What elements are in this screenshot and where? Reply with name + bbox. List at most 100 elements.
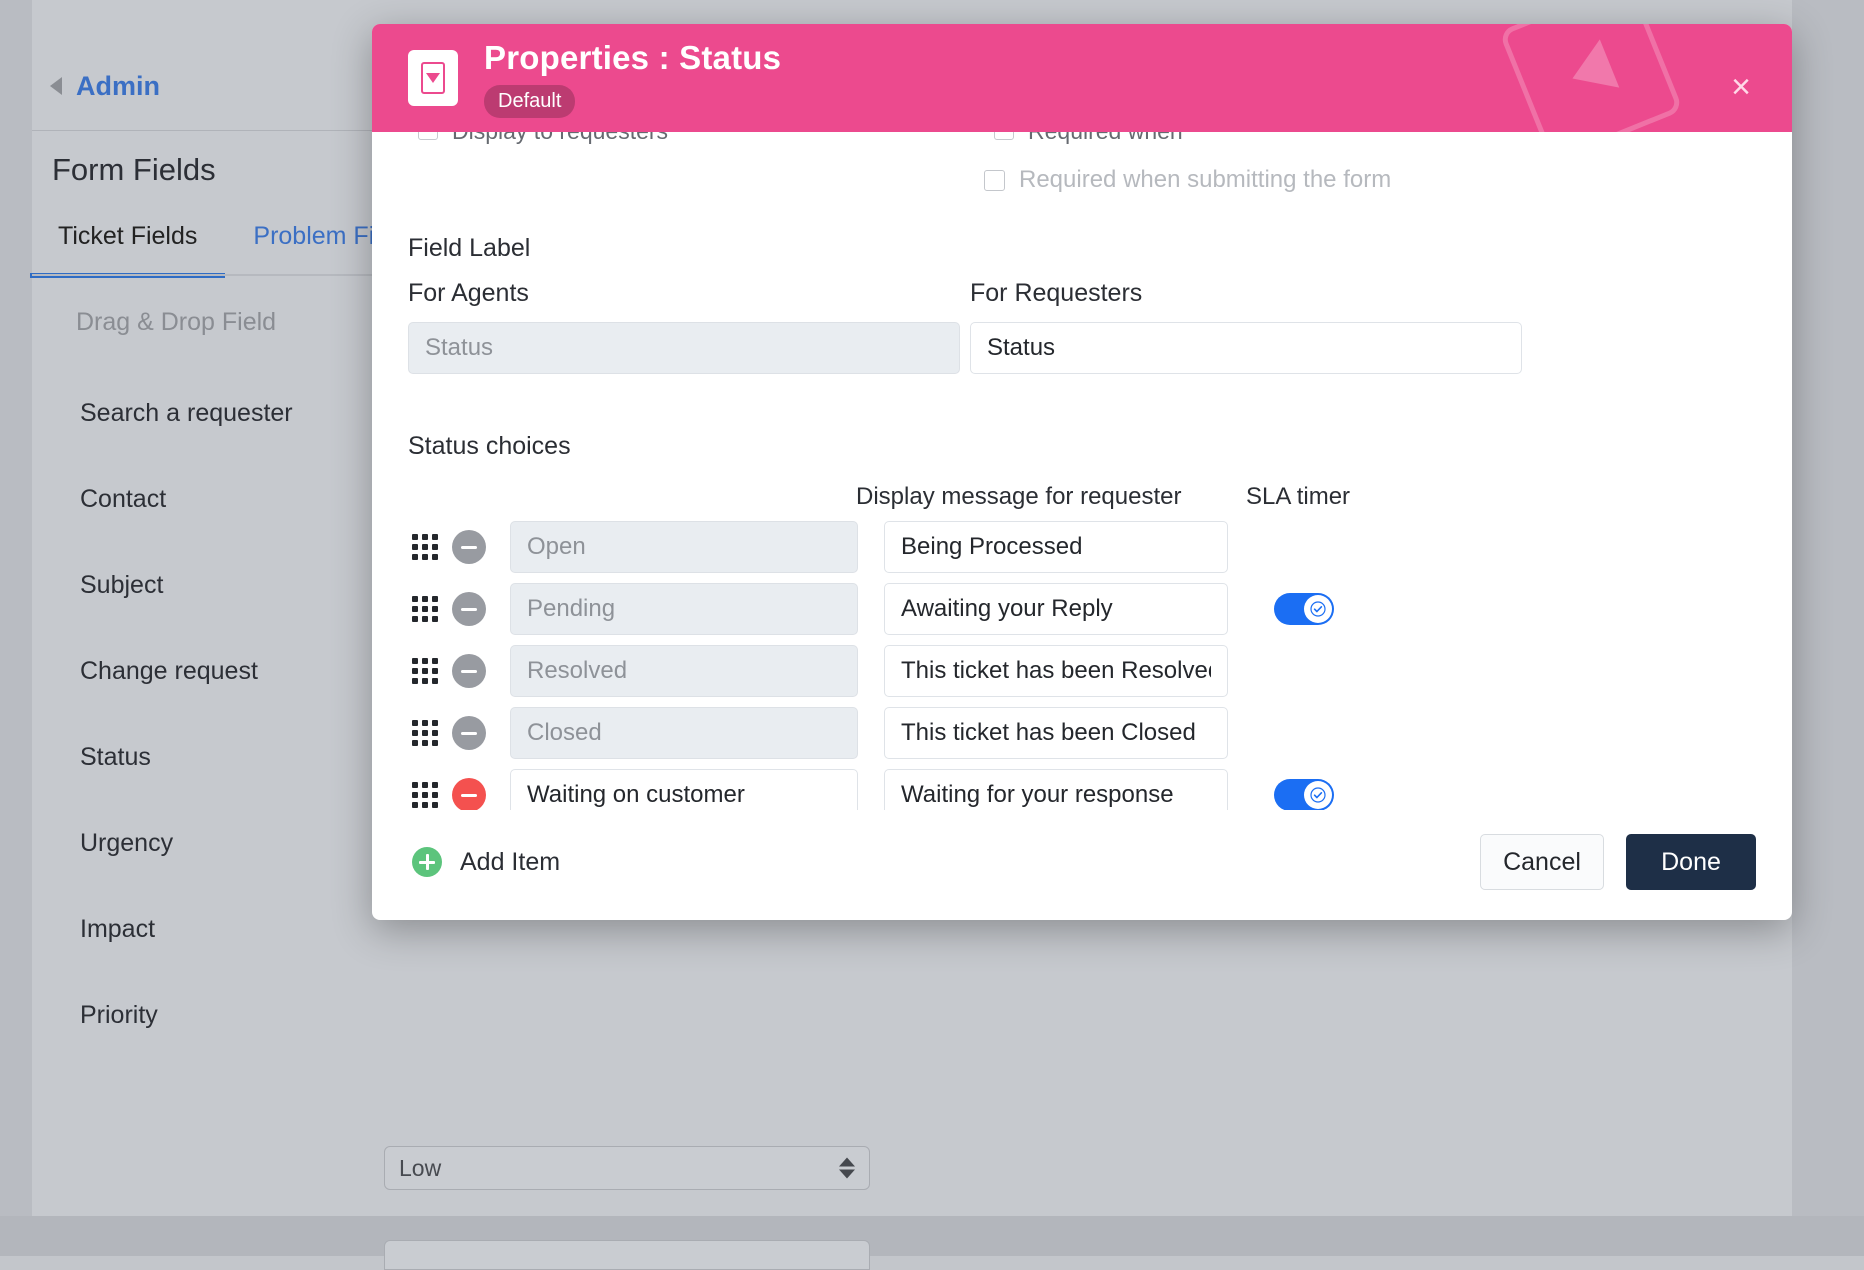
- choice-name-input[interactable]: [510, 769, 858, 810]
- sla-toggle[interactable]: [1274, 779, 1334, 810]
- choice-message-input[interactable]: [884, 645, 1228, 697]
- field-label-columns: For Agents For Requesters: [408, 279, 1756, 374]
- done-button[interactable]: Done: [1626, 834, 1756, 890]
- table-row: [408, 645, 1756, 697]
- choice-name-input[interactable]: [510, 521, 858, 573]
- clipped-checkbox-row: Display to requesters Required when: [408, 132, 1756, 146]
- choice-message-input[interactable]: [884, 583, 1228, 635]
- list-item[interactable]: Search a requester: [80, 370, 380, 456]
- choice-message-input[interactable]: [884, 707, 1228, 759]
- list-item[interactable]: Change request: [80, 628, 380, 714]
- back-caret-icon: [50, 77, 62, 95]
- modal-header-texts: Properties : Status Default: [484, 39, 781, 118]
- required-checkbox-label: Required when submitting the form: [1019, 166, 1391, 194]
- drag-handle-icon[interactable]: [412, 782, 438, 808]
- sla-toggle-cell: [1274, 531, 1338, 563]
- drag-handle-icon[interactable]: [412, 596, 438, 622]
- default-badge: Default: [484, 85, 575, 118]
- toggle-knob: [1304, 595, 1332, 623]
- remove-choice-button[interactable]: [452, 592, 486, 626]
- choice-message-input[interactable]: [884, 521, 1228, 573]
- remove-choice-button[interactable]: [452, 530, 486, 564]
- for-requesters-column: For Requesters: [970, 279, 1522, 374]
- toggle-knob: [1304, 781, 1332, 809]
- tab-ticket-fields[interactable]: Ticket Fields: [30, 222, 225, 278]
- drag-handle-icon[interactable]: [412, 534, 438, 560]
- right-edge-strip: [1792, 0, 1864, 1256]
- cancel-button[interactable]: Cancel: [1480, 834, 1604, 890]
- clipped-label-left: Display to requesters: [452, 132, 668, 145]
- modal-footer: Add Item Cancel Done: [372, 810, 1792, 920]
- modal-header: Properties : Status Default ×: [372, 24, 1792, 132]
- tab-bar: Ticket Fields Problem Fi: [30, 222, 402, 278]
- status-choices-title: Status choices: [408, 432, 1756, 461]
- remove-choice-button[interactable]: [452, 654, 486, 688]
- sla-toggle[interactable]: [1274, 593, 1334, 625]
- plus-icon: [412, 847, 442, 877]
- table-row: [408, 521, 1756, 573]
- field-watermark-icon: [1499, 24, 1684, 132]
- for-agents-column: For Agents: [408, 279, 960, 374]
- list-item[interactable]: Status: [80, 714, 380, 800]
- field-label-section-title: Field Label: [408, 234, 1756, 263]
- for-requesters-input[interactable]: [970, 322, 1522, 374]
- choice-message-cell: [884, 521, 1228, 573]
- page-title: Form Fields: [52, 152, 216, 188]
- stepper-arrows-icon[interactable]: [839, 1158, 855, 1179]
- for-agents-input[interactable]: [408, 322, 960, 374]
- list-item[interactable]: Urgency: [80, 800, 380, 886]
- choice-name-input[interactable]: [510, 645, 858, 697]
- choice-message-input[interactable]: [884, 769, 1228, 810]
- choice-name-cell: [510, 769, 858, 810]
- add-item-label: Add Item: [460, 848, 560, 877]
- required-when-submitting-row[interactable]: Required when submitting the form: [984, 166, 1756, 194]
- table-row: [408, 707, 1756, 759]
- chevron-down-icon: [426, 73, 440, 83]
- dropdown-field-icon: [408, 50, 458, 106]
- properties-modal: Properties : Status Default × Display to…: [372, 24, 1792, 920]
- dropdown-icon-box: [421, 62, 445, 94]
- drag-handle-icon[interactable]: [412, 658, 438, 684]
- clipped-label-right: Required when: [1028, 132, 1183, 145]
- breadcrumb[interactable]: Admin: [50, 62, 160, 110]
- close-icon[interactable]: ×: [1724, 72, 1758, 106]
- choice-name-input[interactable]: [510, 707, 858, 759]
- choice-name-cell: [510, 521, 858, 573]
- add-item-button[interactable]: Add Item: [412, 847, 560, 877]
- breadcrumb-label[interactable]: Admin: [76, 71, 160, 102]
- for-agents-caption: For Agents: [408, 279, 960, 308]
- for-requesters-caption: For Requesters: [970, 279, 1522, 308]
- arrow-down-icon: [839, 1170, 855, 1179]
- choices-column-headers: Display message for requester SLA timer: [408, 483, 1756, 511]
- sla-toggle-cell: [1274, 593, 1338, 625]
- arrow-up-icon: [839, 1158, 855, 1167]
- table-row: [408, 769, 1756, 810]
- sla-toggle-cell: [1274, 779, 1338, 810]
- choice-message-cell: [884, 645, 1228, 697]
- bottom-edge-strip: [0, 1216, 1864, 1256]
- choice-message-cell: [884, 583, 1228, 635]
- sla-toggle-cell: [1274, 717, 1338, 749]
- choice-name-cell: [510, 707, 858, 759]
- list-item[interactable]: Priority: [80, 972, 380, 1058]
- remove-choice-button[interactable]: [452, 716, 486, 750]
- list-item[interactable]: Impact: [80, 886, 380, 972]
- next-field-select[interactable]: [384, 1240, 870, 1270]
- display-message-header: Display message for requester: [856, 483, 1200, 511]
- choice-message-cell: [884, 769, 1228, 810]
- clipped-checkbox-left[interactable]: [418, 132, 438, 140]
- priority-select[interactable]: Low: [384, 1146, 870, 1190]
- required-checkbox[interactable]: [984, 170, 1005, 191]
- drag-handle-icon[interactable]: [412, 720, 438, 746]
- list-item[interactable]: Subject: [80, 542, 380, 628]
- clipped-checkbox-right[interactable]: [994, 132, 1014, 140]
- sla-timer-header: SLA timer: [1246, 483, 1350, 511]
- form-field-list: Search a requester Contact Subject Chang…: [80, 370, 380, 1058]
- footer-actions: Cancel Done: [1480, 834, 1756, 890]
- drag-drop-hint: Drag & Drop Field: [76, 308, 276, 337]
- modal-body: Display to requesters Required when Requ…: [372, 132, 1792, 810]
- choice-name-input[interactable]: [510, 583, 858, 635]
- list-item[interactable]: Contact: [80, 456, 380, 542]
- sla-toggle-cell: [1274, 655, 1338, 687]
- remove-choice-button[interactable]: [452, 778, 486, 810]
